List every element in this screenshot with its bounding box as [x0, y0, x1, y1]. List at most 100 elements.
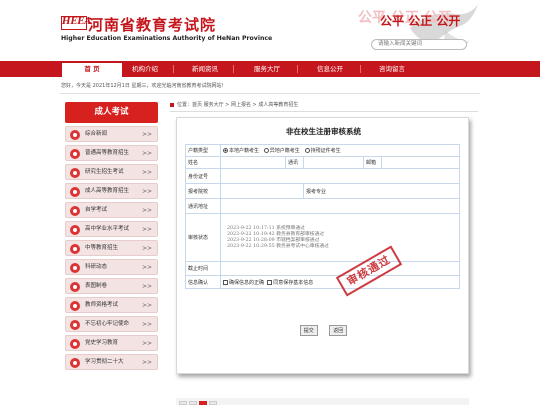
double-chevron-icon: >> [141, 340, 152, 347]
bullet-icon [70, 281, 80, 292]
sidebar-item-label: 表图制卷 [85, 283, 108, 289]
sidebar-item[interactable]: 普通高等教育招生 >> [65, 145, 158, 161]
page-button[interactable] [179, 401, 187, 405]
sidebar-item-label: 学习贯彻二十大 [85, 359, 124, 365]
nav-about[interactable]: 机构介绍 [115, 61, 175, 77]
site-logo[interactable]: HEEA [61, 16, 91, 30]
radio-label: 持残证件考生 [310, 148, 341, 154]
idcard-field[interactable] [220, 168, 460, 184]
sidebar-item[interactable]: 研究生招生考试 >> [65, 164, 158, 180]
nav-news[interactable]: 新闻资讯 [175, 61, 235, 77]
sidebar-item[interactable]: 不忘初心牢记使命 >> [65, 316, 158, 332]
pagination-bar [176, 398, 469, 405]
sidebar-item[interactable]: 综合新闻 >> [65, 126, 158, 142]
bullet-icon [70, 338, 80, 349]
bullet-icon [70, 243, 80, 254]
double-chevron-icon: >> [141, 359, 152, 366]
radio-label: 本地户籍考生 [229, 148, 260, 154]
page-button[interactable] [189, 401, 197, 405]
label-hukou: 户籍类型 [185, 144, 221, 157]
welcome-text: 您好，今天是 2021年12月1日 星期三，欢迎光临河南省教育考试院网站！ [61, 83, 227, 89]
double-chevron-icon: >> [141, 245, 152, 252]
bullet-icon [70, 148, 80, 159]
bullet-icon [70, 224, 80, 235]
major-cell[interactable]: 报考专业 [303, 183, 460, 199]
sidebar-item-label: 科研动态 [85, 264, 108, 270]
sidebar-item-label: 综合新闻 [85, 131, 108, 137]
checkbox-correct[interactable] [223, 279, 228, 285]
sidebar-item-label: 成人高等教育招生 [85, 188, 130, 194]
sidebar-item[interactable]: 中等教育招生 >> [65, 240, 158, 256]
hukou-options: 本地户籍考生 异地户籍考生 持残证件考生 [220, 144, 460, 157]
review-panel: 非在校生注册审核系统 户籍类型 本地户籍考生 异地户籍考生 持残证件考生 姓名 … [176, 117, 469, 374]
nav-separator [360, 65, 361, 73]
back-button[interactable]: 返回 [329, 325, 348, 336]
radio-certificate[interactable] [304, 148, 310, 153]
panel-title: 非在校生注册审核系统 [286, 127, 361, 136]
sidebar-item-label: 不忘初心牢记使命 [85, 321, 130, 327]
search-input[interactable]: 请输入新闻关键词 [371, 39, 467, 50]
breadcrumb: 位置：首页 服务大厅 > 网上报名 > 成人高等教育招生 [170, 101, 298, 108]
slogan-text: 公平 公正 公开 [380, 14, 461, 28]
submit-button[interactable]: 提交 [299, 325, 318, 336]
site-subtitle: Higher Education Examinations Authority … [61, 35, 273, 42]
sidebar-item-label: 研究生招生考试 [85, 169, 124, 175]
bullet-icon [70, 319, 80, 330]
sidebar-item-label: 党史学习教育 [85, 340, 119, 346]
sidebar-item-label: 教师资格考试 [85, 302, 119, 308]
address-field[interactable] [303, 156, 364, 169]
bullet-icon [70, 129, 80, 140]
name-field[interactable] [220, 156, 286, 169]
sidebar-item[interactable]: 表图制卷 >> [65, 278, 158, 294]
sidebar-item[interactable]: 高中学业水平考试 >> [65, 221, 158, 237]
label-time: 截止时间 [185, 261, 221, 276]
nav-home[interactable]: 首 页 [62, 61, 122, 77]
double-chevron-icon: >> [141, 226, 152, 233]
double-chevron-icon: >> [141, 283, 152, 290]
sidebar-item[interactable]: 学习贯彻二十大 >> [65, 354, 158, 370]
school-field[interactable] [220, 183, 304, 199]
page-button[interactable] [209, 401, 217, 405]
sidebar-item[interactable]: 科研动态 >> [65, 259, 158, 275]
location-icon [170, 102, 174, 107]
label-email: 邮箱 [363, 156, 382, 169]
page-button-active[interactable] [199, 401, 207, 405]
double-chevron-icon: >> [141, 169, 152, 176]
sidebar-item[interactable]: 成人高等教育招生 >> [65, 183, 158, 199]
form-buttons: 提交 返回 [177, 325, 470, 336]
checkbox-save[interactable] [267, 279, 273, 285]
bullet-icon [70, 205, 80, 216]
time-field [220, 261, 460, 276]
nav-separator [233, 65, 234, 73]
bullet-icon [70, 186, 80, 197]
label-mail-address: 通讯地址 [185, 198, 221, 214]
nav-disclosure[interactable]: 信息公开 [300, 61, 360, 77]
sidebar-item[interactable]: 党史学习教育 >> [65, 335, 158, 351]
sidebar-item[interactable]: 自学考试 >> [65, 202, 158, 218]
radio-local[interactable] [223, 148, 228, 153]
email-field[interactable] [381, 156, 460, 169]
nav-consult[interactable]: 咨询留言 [362, 61, 422, 77]
divider [60, 93, 480, 94]
double-chevron-icon: >> [141, 150, 152, 157]
bullet-icon [70, 300, 80, 311]
double-chevron-icon: >> [141, 264, 152, 271]
label-confirm: 信息确认 [185, 275, 221, 289]
checkbox-label: 确保信息的正确 [229, 279, 265, 286]
sidebar-item-label: 普通高等教育招生 [85, 150, 130, 156]
sidebar-item-label: 自学考试 [85, 207, 108, 213]
sidebar-item[interactable]: 教师资格考试 >> [65, 297, 158, 313]
label-name: 姓名 [185, 156, 221, 169]
radio-nonlocal[interactable] [263, 148, 269, 153]
mail-address-field[interactable] [220, 198, 460, 214]
sidebar-item-label: 高中学业水平考试 [85, 226, 130, 232]
slogan: 公平 公正 公开 公平 公正 公开 [352, 6, 532, 32]
label-major: 报考专业 [306, 188, 327, 195]
sidebar-title: 成人考试 [65, 102, 158, 123]
registration-form: 户籍类型 本地户籍考生 异地户籍考生 持残证件考生 姓名 通讯 邮箱 身份证号 … [185, 144, 460, 289]
divider [170, 111, 478, 112]
bullet-icon [70, 262, 80, 273]
double-chevron-icon: >> [141, 321, 152, 328]
nav-services[interactable]: 服务大厅 [237, 61, 297, 77]
label-idcard: 身份证号 [185, 168, 221, 184]
